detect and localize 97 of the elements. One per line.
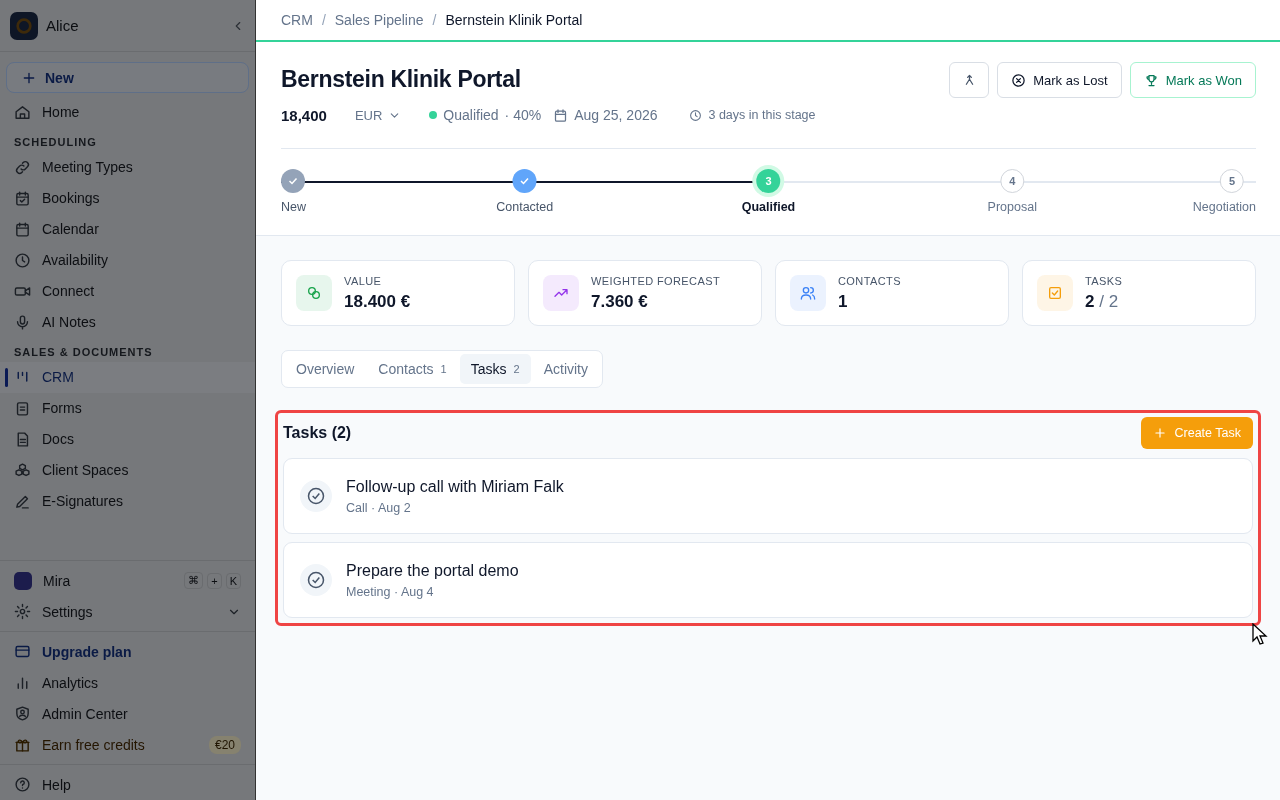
- stat-value: 18.400 €: [344, 291, 411, 311]
- nav-item[interactable]: Help: [0, 769, 255, 800]
- credit-card-icon: [14, 643, 31, 660]
- stat-label: WEIGHTED FORECAST: [591, 274, 721, 287]
- step-label: Proposal: [987, 200, 1037, 214]
- assistant-avatar: [14, 571, 32, 590]
- breadcrumb-separator: /: [321, 12, 326, 28]
- checkbox-icon: [1047, 285, 1063, 301]
- task-meta: Meeting · Aug 4: [346, 584, 435, 599]
- nav-item[interactable]: Connect: [0, 275, 255, 307]
- step-label: Negotiation: [1192, 200, 1256, 214]
- workspace-name: Alice: [46, 17, 80, 35]
- deal-title: Bernstein Klinik Portal: [281, 66, 521, 93]
- nav-item[interactable]: Earn free credits €20: [0, 729, 255, 760]
- calendar-icon: [553, 107, 569, 123]
- breadcrumb-current: Bernstein Klinik Portal: [445, 12, 583, 28]
- clipboard-icon: [14, 399, 31, 417]
- shortcut-key: K: [225, 572, 241, 589]
- assistant-item[interactable]: Mira ⌘ + K: [0, 565, 255, 596]
- nav-item[interactable]: Calendar: [0, 213, 255, 245]
- merge-button[interactable]: [949, 62, 990, 98]
- nav-item[interactable]: AI Notes: [0, 306, 255, 338]
- stat-label: TASKS: [1085, 274, 1123, 287]
- nav-item[interactable]: Admin Center: [0, 698, 255, 729]
- shield-user-icon: [14, 705, 31, 722]
- stat-total: / 2: [1099, 291, 1119, 311]
- breadcrumb-link[interactable]: Sales Pipeline: [334, 12, 424, 28]
- breadcrumb-separator: /: [432, 12, 437, 28]
- section-heading: SCHEDULING: [13, 134, 98, 150]
- close-date: Aug 25, 2026: [574, 107, 658, 123]
- settings-item[interactable]: Settings: [0, 596, 255, 627]
- status-dot: [429, 111, 438, 119]
- plus-icon: [1152, 426, 1167, 440]
- nav-item[interactable]: Analytics: [0, 667, 255, 698]
- nav-item[interactable]: Bookings: [0, 182, 255, 214]
- tab[interactable]: Overview: [285, 354, 366, 384]
- mark-won-button[interactable]: Mark as Won: [1129, 62, 1256, 98]
- stat-label: VALUE: [344, 274, 383, 287]
- nav-item[interactable]: Upgrade plan: [0, 636, 255, 667]
- nav-item[interactable]: Forms: [0, 392, 255, 424]
- stage-name: Qualified: [443, 107, 499, 123]
- nav-item[interactable]: CRM: [0, 361, 255, 393]
- time-in-stage: 3 days in this stage: [708, 108, 816, 122]
- clock-icon: [14, 251, 31, 269]
- step-number: 5: [1220, 169, 1244, 193]
- circle-x-icon: [1011, 72, 1027, 88]
- tab[interactable]: Tasks 2: [459, 354, 531, 384]
- nav-item[interactable]: Availability: [0, 244, 255, 276]
- gift-icon: [14, 736, 31, 753]
- step-number: 4: [1000, 169, 1025, 193]
- tab[interactable]: Activity: [532, 354, 599, 384]
- task-title: Prepare the portal demo: [346, 561, 519, 580]
- nav-item[interactable]: E-Signatures: [0, 485, 255, 517]
- clock-icon: [689, 108, 703, 122]
- stat-value: 7.360 €: [591, 291, 648, 311]
- shortcut-key: +: [207, 572, 222, 589]
- home-icon: [14, 103, 31, 121]
- trophy-icon: [1143, 72, 1159, 88]
- task-card[interactable]: Prepare the portal demo Meeting · Aug 4: [283, 542, 1253, 618]
- step-label: Qualified: [741, 200, 796, 214]
- stat-value: 1: [838, 291, 848, 311]
- shortcut-key: ⌘: [184, 572, 204, 589]
- section-heading: SALES & DOCUMENTS: [13, 344, 154, 360]
- cubes-icon: [14, 461, 31, 479]
- nav-item[interactable]: Home: [0, 96, 255, 128]
- task-card[interactable]: Follow-up call with Miriam Falk Call · Aug 2: [283, 458, 1253, 534]
- users-icon: [800, 285, 816, 301]
- stat-label: CONTACTS: [838, 274, 901, 287]
- cursor-icon: [1252, 623, 1268, 645]
- mark-lost-button[interactable]: Mark as Lost: [997, 62, 1122, 98]
- probability: · 40%: [504, 107, 542, 123]
- nav-item[interactable]: Docs: [0, 423, 255, 455]
- workspace-logo: [10, 11, 38, 40]
- task-check-icon: [300, 480, 332, 512]
- check-icon: [287, 175, 299, 187]
- check-icon: [518, 175, 531, 187]
- calendar-icon: [14, 220, 31, 238]
- nav-item[interactable]: Client Spaces: [0, 454, 255, 486]
- breadcrumb-link[interactable]: CRM: [281, 12, 313, 28]
- nav-item[interactable]: Meeting Types: [0, 151, 255, 183]
- task-check-icon: [300, 564, 332, 596]
- link-icon: [14, 158, 31, 176]
- step-label: Contacted: [496, 200, 554, 214]
- new-button[interactable]: New: [6, 62, 249, 93]
- task-meta: Call · Aug 2: [346, 500, 412, 515]
- tab[interactable]: Contacts 1: [367, 354, 458, 384]
- stat-value: 2: [1085, 291, 1095, 311]
- currency-select[interactable]: EUR: [354, 107, 402, 123]
- calendar-check-icon: [14, 189, 31, 207]
- microphone-icon: [14, 313, 31, 331]
- step-label: New: [281, 200, 306, 214]
- help-icon: [14, 776, 31, 793]
- credit-badge: €20: [208, 735, 241, 754]
- task-title: Follow-up call with Miriam Falk: [346, 477, 564, 496]
- section-title: Tasks (2): [283, 424, 352, 442]
- deal-amount: 18,400: [281, 106, 327, 124]
- coins-icon: [306, 285, 322, 301]
